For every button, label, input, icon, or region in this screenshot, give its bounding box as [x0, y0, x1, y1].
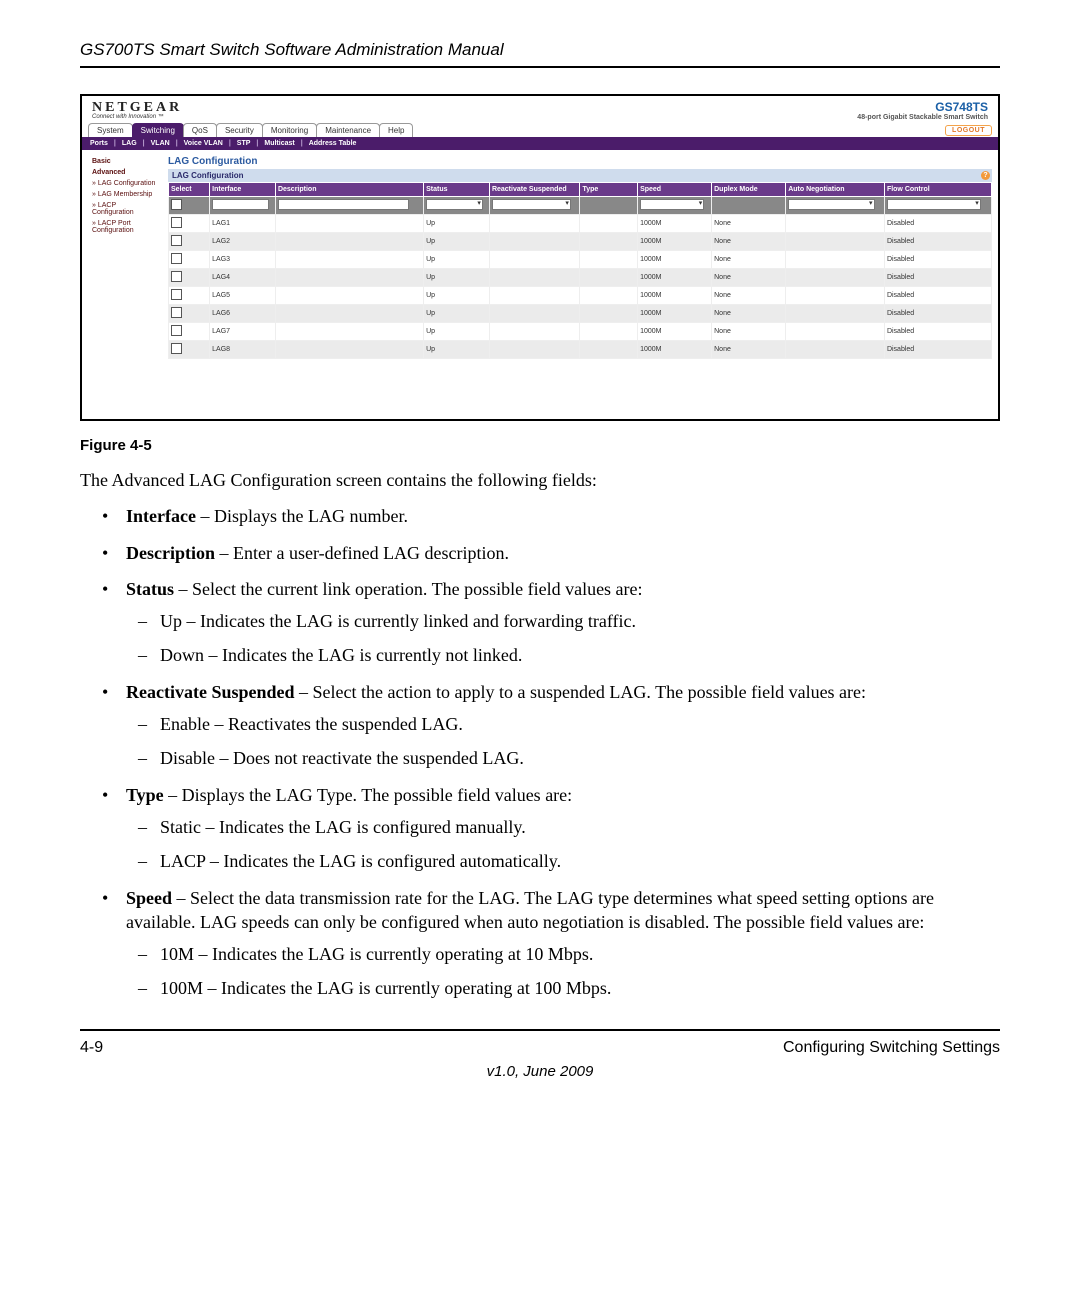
field-value: Disable – Does not reactivate the suspen…	[160, 746, 1000, 770]
page-number: 4-9	[80, 1039, 103, 1057]
field-value: Down – Indicates the LAG is currently no…	[160, 643, 1000, 667]
intro-text: The Advanced LAG Configuration screen co…	[80, 468, 1000, 492]
running-header: GS700TS Smart Switch Software Administra…	[80, 40, 1000, 68]
subnav-stp[interactable]: STP	[237, 140, 251, 147]
lag-table: SelectInterfaceDescriptionStatusReactiva…	[168, 182, 992, 359]
subnav-address-table[interactable]: Address Table	[309, 140, 357, 147]
row-checkbox[interactable]	[171, 289, 182, 300]
sidebar-item[interactable]: Advanced	[82, 167, 168, 178]
row-checkbox[interactable]	[171, 271, 182, 282]
nav-tab-security[interactable]: Security	[216, 123, 263, 137]
section-title: LAG Configuration	[168, 156, 992, 167]
field-description: Speed – Select the data transmission rat…	[126, 886, 1000, 1001]
field-description: Type – Displays the LAG Type. The possib…	[126, 783, 1000, 874]
table-row: LAG4Up1000MNoneDisabled	[169, 269, 992, 287]
table-row: LAG6Up1000MNoneDisabled	[169, 305, 992, 323]
panel-help-icon[interactable]: ?	[981, 171, 990, 180]
field-value: Up – Indicates the LAG is currently link…	[160, 609, 1000, 633]
field-description: Reactivate Suspended – Select the action…	[126, 680, 1000, 771]
row-checkbox[interactable]	[171, 235, 182, 246]
row-checkbox[interactable]	[171, 325, 182, 336]
filter-select[interactable]	[640, 199, 704, 210]
row-checkbox[interactable]	[171, 307, 182, 318]
section-name: Configuring Switching Settings	[783, 1039, 1000, 1057]
subnav-lag[interactable]: LAG	[122, 140, 137, 147]
filter-input[interactable]	[212, 199, 269, 210]
column-header: Flow Control	[884, 183, 991, 197]
figure-screenshot: NETGEAR Connect with Innovation ™ GS748T…	[80, 94, 1000, 421]
product-code: GS748TS	[857, 100, 988, 114]
page-footer: 4-9 Configuring Switching Settings	[80, 1029, 1000, 1057]
logout-button[interactable]: LOGOUT	[945, 125, 992, 136]
filter-select[interactable]	[887, 199, 981, 210]
table-row: LAG1Up1000MNoneDisabled	[169, 215, 992, 233]
column-header: Reactivate Suspended	[489, 183, 580, 197]
filter-select[interactable]	[426, 199, 483, 210]
subnav-ports[interactable]: Ports	[90, 140, 108, 147]
filter-input[interactable]	[278, 199, 409, 210]
table-row: LAG5Up1000MNoneDisabled	[169, 287, 992, 305]
column-header: Status	[424, 183, 490, 197]
table-row: LAG2Up1000MNoneDisabled	[169, 233, 992, 251]
nav-tab-maintenance[interactable]: Maintenance	[316, 123, 380, 137]
panel-header: LAG Configuration ?	[168, 169, 992, 182]
subnav-vlan[interactable]: VLAN	[151, 140, 170, 147]
sidebar-item[interactable]: » LAG Configuration	[82, 178, 168, 189]
field-value: Static – Indicates the LAG is configured…	[160, 815, 1000, 839]
row-checkbox[interactable]	[171, 343, 182, 354]
sidebar-item[interactable]: » LACP Configuration	[82, 200, 168, 218]
nav-tab-help[interactable]: Help	[379, 123, 413, 137]
table-row: LAG8Up1000MNoneDisabled	[169, 341, 992, 359]
column-header: Interface	[210, 183, 276, 197]
nav-tab-system[interactable]: System	[88, 123, 133, 137]
column-header: Auto Negotiation	[786, 183, 885, 197]
version: v1.0, June 2009	[80, 1063, 1000, 1080]
subnav-multicast[interactable]: Multicast	[264, 140, 294, 147]
sub-nav: Ports|LAG|VLAN|Voice VLAN|STP|Multicast|…	[82, 137, 998, 150]
field-description: Interface – Displays the LAG number.	[126, 504, 1000, 528]
field-description: Status – Select the current link operati…	[126, 577, 1000, 668]
nav-tab-monitoring[interactable]: Monitoring	[262, 123, 317, 137]
column-header: Duplex Mode	[712, 183, 786, 197]
row-checkbox[interactable]	[171, 253, 182, 264]
field-description: Description – Enter a user-defined LAG d…	[126, 541, 1000, 565]
sidebar: BasicAdvanced» LAG Configuration» LAG Me…	[82, 150, 168, 419]
table-row: LAG7Up1000MNoneDisabled	[169, 323, 992, 341]
field-value: Enable – Reactivates the suspended LAG.	[160, 712, 1000, 736]
sidebar-item[interactable]: » LAG Membership	[82, 189, 168, 200]
row-checkbox[interactable]	[171, 217, 182, 228]
sidebar-item[interactable]: Basic	[82, 156, 168, 167]
main-panel: LAG Configuration LAG Configuration ? Se…	[168, 150, 998, 419]
product-subtitle: 48-port Gigabit Stackable Smart Switch	[857, 114, 988, 121]
figure-label: Figure 4-5	[80, 437, 1000, 454]
field-value: 100M – Indicates the LAG is currently op…	[160, 976, 1000, 1000]
filter-select[interactable]	[788, 199, 874, 210]
filter-select[interactable]	[492, 199, 571, 210]
column-header: Speed	[638, 183, 712, 197]
nav-tabs: SystemSwitchingQoSSecurityMonitoringMain…	[82, 121, 998, 137]
subnav-voice-vlan[interactable]: Voice VLAN	[184, 140, 223, 147]
column-header: Description	[275, 183, 423, 197]
column-header: Select	[169, 183, 210, 197]
table-row: LAG3Up1000MNoneDisabled	[169, 251, 992, 269]
field-value: LACP – Indicates the LAG is configured a…	[160, 849, 1000, 873]
field-value: 10M – Indicates the LAG is currently ope…	[160, 942, 1000, 966]
sidebar-item[interactable]: » LACP Port Configuration	[82, 218, 168, 236]
nav-tab-switching[interactable]: Switching	[132, 123, 184, 137]
nav-tab-qos[interactable]: QoS	[183, 123, 217, 137]
column-header: Type	[580, 183, 638, 197]
select-all-checkbox[interactable]	[171, 199, 182, 210]
